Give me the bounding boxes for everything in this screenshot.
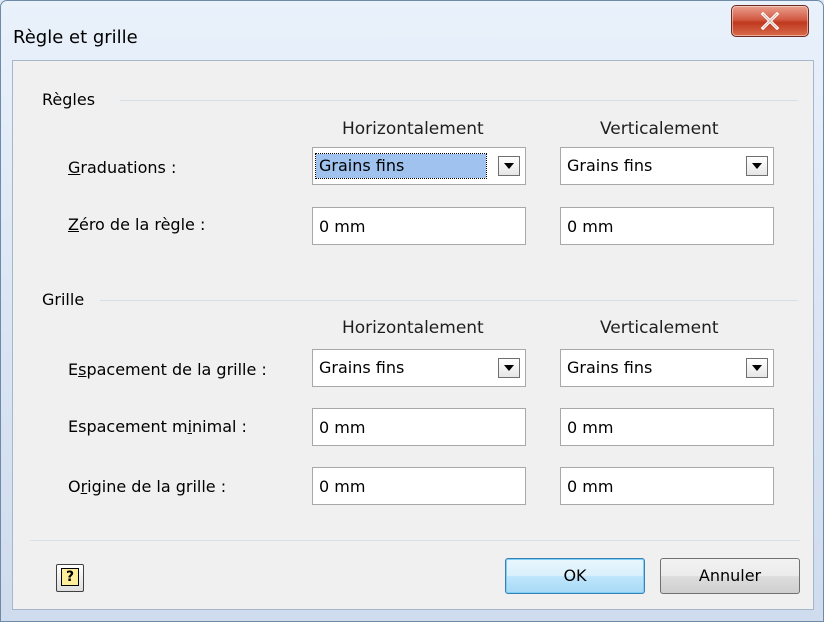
origine-horizontal-input[interactable]: 0 mm — [312, 467, 526, 505]
zero-vertical-value: 0 mm — [567, 217, 614, 236]
group-label-grille: Grille — [42, 290, 85, 309]
label-graduations: Graduations : — [68, 158, 177, 177]
column-header-horizontal: Horizontalement — [342, 119, 484, 139]
group-divider-regles — [120, 100, 798, 101]
ok-button[interactable]: OK — [505, 558, 645, 594]
title-bar[interactable]: Règle et grille — [1, 1, 823, 59]
origine-vertical-value: 0 mm — [567, 477, 614, 496]
espacement-horizontal-select[interactable]: Grains fins — [312, 349, 526, 387]
label-origine-grille: Origine de la grille : — [68, 477, 227, 496]
label-espacement-grille: Espacement de la grille : — [68, 360, 267, 379]
close-button[interactable] — [731, 5, 809, 37]
group-divider-grille — [100, 300, 798, 301]
zero-vertical-input[interactable]: 0 mm — [560, 207, 774, 245]
column-header-horizontal: Horizontalement — [342, 318, 484, 338]
graduations-horizontal-value: Grains fins — [315, 153, 487, 179]
zero-horizontal-input[interactable]: 0 mm — [312, 207, 526, 245]
column-header-vertical: Verticalement — [600, 119, 719, 139]
espacement-minimal-horizontal-input[interactable]: 0 mm — [312, 408, 526, 446]
graduations-horizontal-select[interactable]: Grains fins — [312, 147, 526, 185]
espacement-vertical-select[interactable]: Grains fins — [560, 349, 774, 387]
espacement-vertical-value: Grains fins — [567, 358, 653, 377]
graduations-vertical-value: Grains fins — [567, 156, 653, 175]
graduations-vertical-select[interactable]: Grains fins — [560, 147, 774, 185]
zero-horizontal-value: 0 mm — [319, 217, 366, 236]
origine-vertical-input[interactable]: 0 mm — [560, 467, 774, 505]
label-espacement-minimal: Espacement minimal : — [68, 417, 247, 436]
origine-horizontal-value: 0 mm — [319, 477, 366, 496]
help-icon: ? — [61, 568, 79, 586]
cancel-button[interactable]: Annuler — [660, 558, 800, 594]
chevron-down-icon[interactable] — [498, 156, 520, 176]
espacement-minimal-vertical-value: 0 mm — [567, 418, 614, 437]
help-button[interactable]: ? — [56, 564, 84, 592]
footer-divider — [30, 540, 800, 541]
chevron-down-icon[interactable] — [746, 358, 768, 378]
dialog-window: Règle et grille — [0, 0, 824, 622]
espacement-horizontal-value: Grains fins — [319, 358, 405, 377]
close-icon — [760, 12, 780, 30]
window-title: Règle et grille — [13, 27, 138, 48]
label-zero-regle: Zéro de la règle : — [68, 215, 206, 234]
chevron-down-icon[interactable] — [498, 358, 520, 378]
espacement-minimal-vertical-input[interactable]: 0 mm — [560, 408, 774, 446]
chevron-down-icon[interactable] — [746, 156, 768, 176]
column-header-vertical: Verticalement — [600, 318, 719, 338]
espacement-minimal-horizontal-value: 0 mm — [319, 418, 366, 437]
group-label-regles: Règles — [42, 90, 96, 109]
